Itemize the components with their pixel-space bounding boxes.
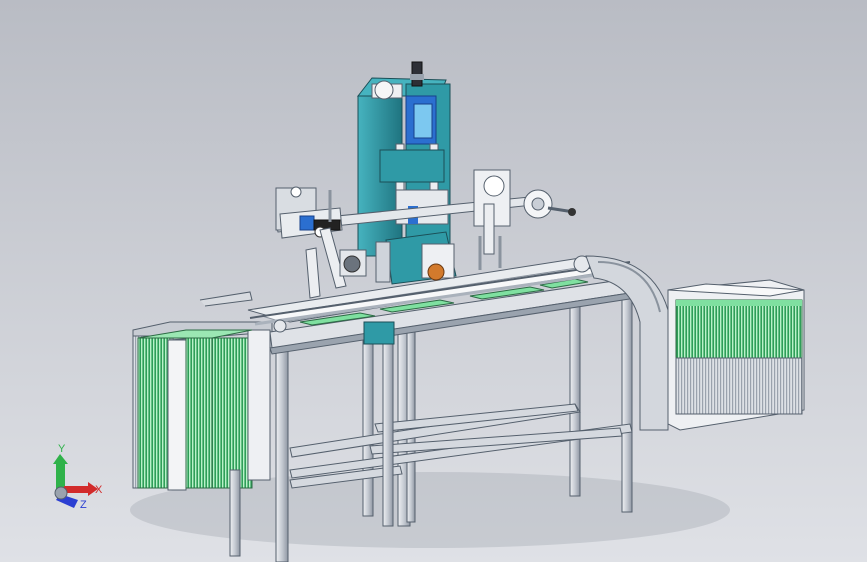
left-product-magazine <box>132 321 273 491</box>
right-product-stacker <box>585 255 805 431</box>
triad-z-label: Z <box>80 499 87 511</box>
triad-origin <box>54 486 68 500</box>
assembly-model: Y X Z <box>53 61 805 562</box>
triad-y-label: Y <box>58 443 66 455</box>
triad-x-axis <box>64 486 90 493</box>
triad-x-label: X <box>95 484 103 496</box>
cad-viewport[interactable]: Y X Z <box>0 0 867 562</box>
triad-y-arrowhead <box>53 454 68 464</box>
coordinate-triad: Y X Z <box>53 443 103 511</box>
